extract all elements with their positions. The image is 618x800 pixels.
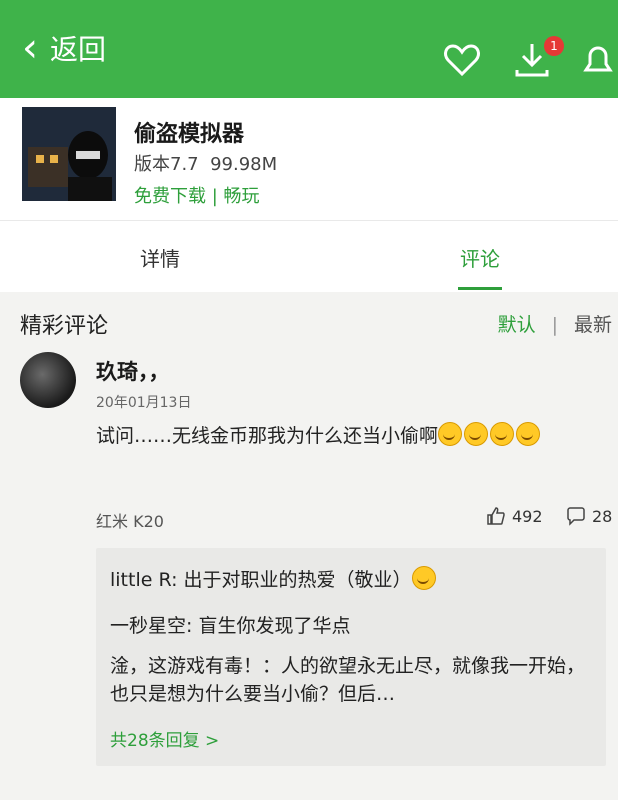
- thief-artwork: [22, 107, 116, 201]
- smile-emoji-icon: [464, 422, 489, 446]
- tab-details[interactable]: 详情: [140, 243, 180, 272]
- active-tab-indicator: [458, 287, 502, 290]
- featured-reviews-header: 精彩评论 默认 | 最新: [0, 292, 618, 348]
- review-text: 试问……无线金币那我为什么还当小偷啊: [96, 422, 606, 450]
- like-count: 492: [512, 506, 543, 526]
- reply-item[interactable]: 淦，这游戏有毒！：人的欲望永无止尽，就像我一开始，也只是想为什么要当小偷？但后…: [110, 652, 600, 708]
- replies-panel: little R: 出于对职业的热爱（敬业） 一秒星空: 盲生你发现了华点 淦，…: [96, 548, 606, 766]
- app-cover-image[interactable]: [22, 107, 116, 201]
- sort-default[interactable]: 默认: [498, 314, 536, 336]
- smile-emoji-icon: [438, 422, 463, 446]
- review-device: 红米 K20: [96, 512, 164, 531]
- review-username[interactable]: 玖琦，，: [96, 356, 170, 386]
- avatar[interactable]: [20, 352, 76, 408]
- sort-separator: |: [551, 314, 558, 336]
- top-bar: ‹ 返回 1: [0, 0, 618, 98]
- free-download-link[interactable]: 免费下载: [134, 186, 206, 207]
- reply-count: 28: [592, 506, 613, 526]
- app-size: 99.98M: [210, 154, 278, 175]
- heart-icon[interactable]: [442, 40, 482, 80]
- tab-bar: 详情 评论: [0, 220, 618, 293]
- review-date: 20年01月13日: [96, 395, 192, 411]
- like-button[interactable]: 492: [486, 506, 543, 526]
- download-badge: 1: [544, 36, 564, 56]
- bell-icon[interactable]: [578, 40, 618, 80]
- app-title: 偷盗模拟器: [134, 122, 245, 147]
- back-label: 返回: [50, 33, 107, 66]
- smooth-play-link[interactable]: 畅玩: [224, 186, 260, 207]
- reply-item[interactable]: little R: 出于对职业的热爱（敬业）: [110, 566, 600, 594]
- reply-text: little R: 出于对职业的热爱（敬业）: [110, 569, 412, 591]
- thumbs-up-icon: [487, 507, 505, 525]
- reply-button[interactable]: 28: [566, 506, 612, 526]
- app-version: 版本7.7: [134, 154, 199, 175]
- comment-icon: [567, 507, 585, 526]
- back-button[interactable]: ‹ 返回: [22, 28, 106, 68]
- smile-emoji-icon: [516, 422, 541, 446]
- smile-emoji-icon: [490, 422, 515, 446]
- review-body: 试问……无线金币那我为什么还当小偷啊: [96, 425, 439, 447]
- tag-separator: |: [211, 186, 218, 207]
- chevron-left-icon: ‹: [22, 25, 38, 71]
- section-title: 精彩评论: [20, 314, 109, 339]
- app-meta: 版本7.7 99.98M: [134, 150, 277, 176]
- view-all-replies-link[interactable]: 共28条回复 >: [110, 726, 219, 751]
- sort-latest[interactable]: 最新: [574, 314, 612, 336]
- reply-item[interactable]: 一秒星空: 盲生你发现了华点: [110, 612, 600, 640]
- smile-emoji-icon: [411, 566, 436, 590]
- app-info-card: 偷盗模拟器 版本7.7 99.98M 免费下载 | 畅玩: [0, 98, 618, 220]
- app-tags: 免费下载 | 畅玩: [134, 182, 260, 208]
- tab-reviews[interactable]: 评论: [460, 243, 500, 272]
- sort-options: 默认 | 最新: [498, 310, 612, 337]
